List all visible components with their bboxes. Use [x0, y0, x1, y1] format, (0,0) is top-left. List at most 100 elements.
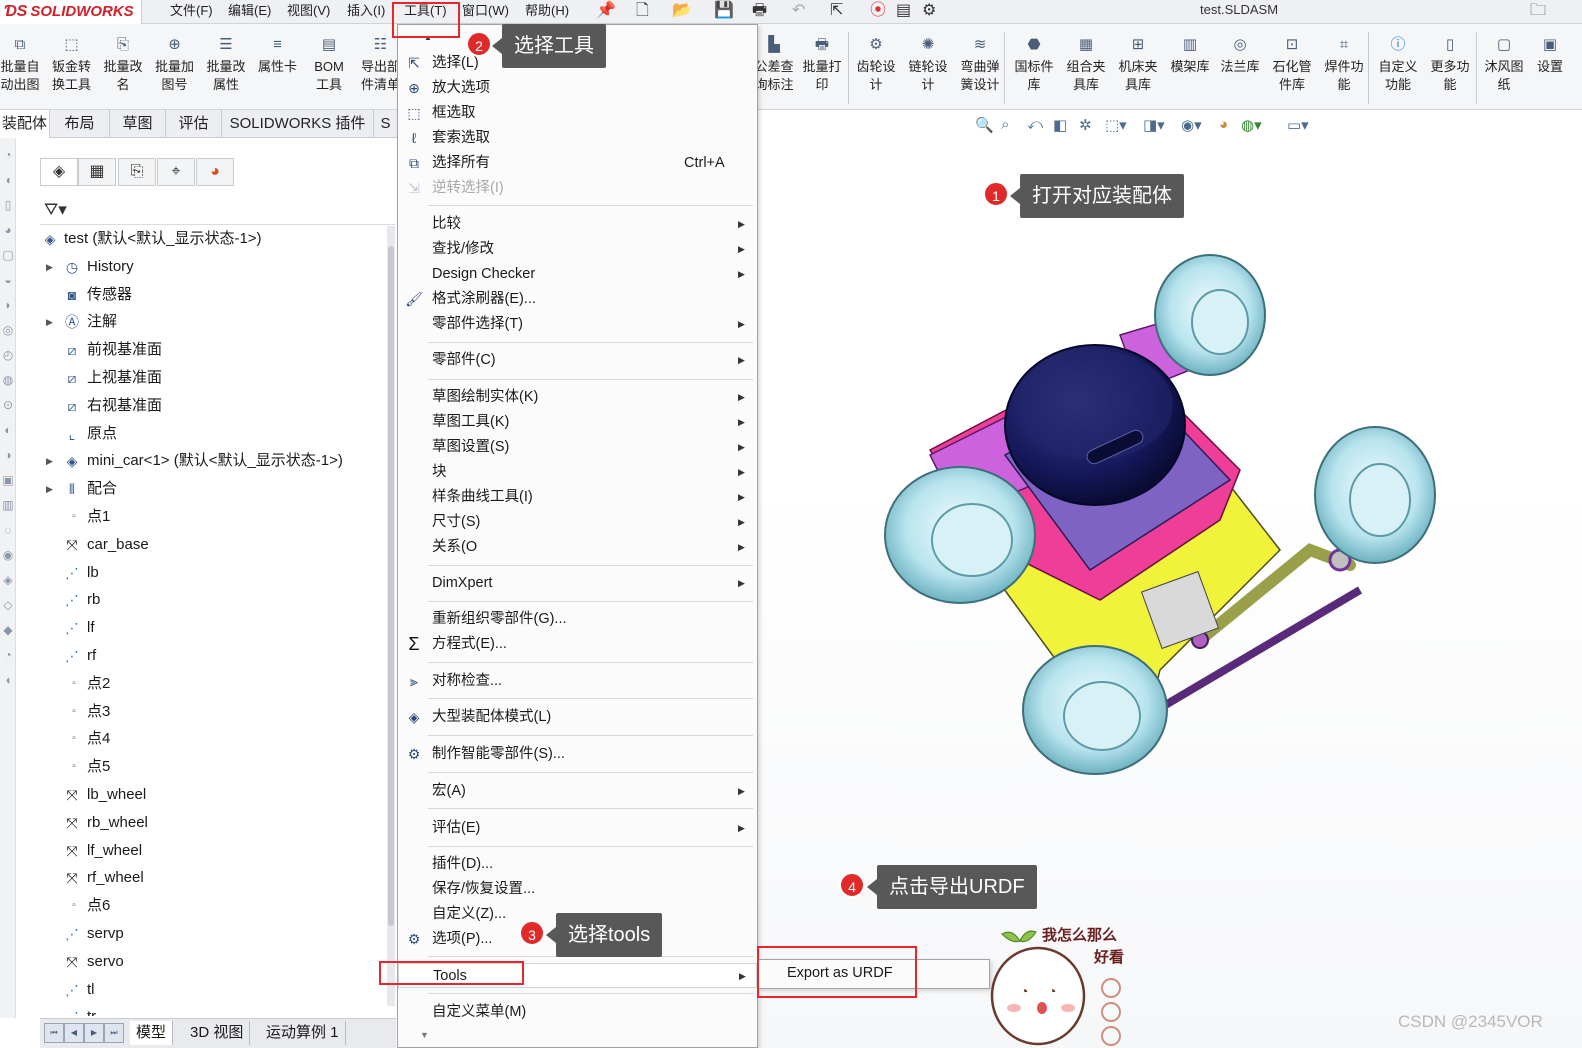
ribbon-tool-settings[interactable]: ▣ 设置 [1524, 30, 1576, 76]
side-tool-icon[interactable]: ◕ [0, 223, 16, 237]
side-tool-icon[interactable]: ⊙ [0, 398, 16, 412]
file-props-icon[interactable]: ▤ [896, 1, 911, 21]
pin-icon[interactable]: 📌 [596, 1, 616, 21]
ribbon-tool-machine-fixture[interactable]: ⊞ 机床夹 具库 [1112, 30, 1164, 94]
side-tool-icon[interactable]: ◑ [0, 448, 16, 462]
menu-item[interactable]: 样条曲线工具(I) ▶ [398, 485, 757, 510]
ribbon-tool-bom[interactable]: ▤ BOM 工具 [303, 30, 355, 94]
ribbon-tool-more[interactable]: ▯ 更多功能 [1424, 30, 1476, 94]
ribbon-tool-info[interactable]: ⓘ 自定义 功能 [1372, 30, 1424, 94]
tab-3d-view[interactable]: 3D 视图 [184, 1021, 251, 1045]
ribbon-tool-spring[interactable]: ≋ 弯曲弹 簧设计 [954, 30, 1006, 94]
tab-model[interactable]: 模型 [130, 1021, 174, 1045]
section-view-icon[interactable]: ◧ [1053, 116, 1067, 134]
scrollbar-thumb[interactable] [388, 246, 394, 926]
menu-item[interactable]: 自定义菜单(M) [398, 1000, 757, 1025]
view-settings-icon[interactable]: ▭▾ [1287, 116, 1309, 134]
save-icon[interactable]: 💾 [714, 1, 734, 21]
menu-item[interactable]: ◈ 大型装配体模式(L) [398, 705, 757, 730]
solidworks-logo[interactable]: ƊS SOLIDWORKS [0, 0, 142, 24]
menu-item[interactable]: ⊕ 放大选项 [398, 76, 757, 101]
expand-arrow-icon[interactable]: ▶ [46, 309, 53, 335]
first-tab-icon[interactable]: ⏮ [44, 1023, 64, 1043]
tab-sketch[interactable]: 草图 [110, 110, 166, 138]
side-tool-icon[interactable]: ◐ [0, 423, 16, 437]
display-manager-tab-icon[interactable]: ◕ [196, 158, 234, 186]
side-tool-icon[interactable]: ▥ [0, 498, 16, 512]
tab-assembly[interactable]: 装配体 [0, 110, 50, 138]
display-style-icon[interactable]: ◨▾ [1143, 116, 1165, 134]
side-tool-icon[interactable]: ◍ [0, 373, 16, 387]
tab-layout[interactable]: 布局 [50, 110, 110, 138]
menu-item[interactable]: 关系(O ▶ [398, 535, 757, 560]
open-folder-icon[interactable]: 📂 [672, 1, 692, 21]
ribbon-tool-pipe[interactable]: ⊡ 石化管 件库 [1266, 30, 1318, 94]
options-gear-icon[interactable]: ⚙ [922, 1, 936, 21]
side-tool-icon[interactable]: ◖ [0, 673, 16, 687]
menu-help[interactable]: 帮助(H) [525, 3, 569, 19]
menu-item[interactable]: DimXpert ▶ [398, 571, 757, 596]
tree-scrollbar[interactable] [387, 226, 395, 1006]
menu-item[interactable]: ℓ 套索选取 [398, 126, 757, 151]
config-manager-tab-icon[interactable]: ⎘ [118, 158, 156, 186]
side-tool-icon[interactable]: ◗ [0, 298, 16, 312]
menu-item[interactable]: ⧉ 选择所有 Ctrl+A [398, 151, 757, 176]
cursor-icon[interactable]: ⇱ [830, 1, 843, 21]
ribbon-tool-weldment[interactable]: ⌗ 焊件功能 [1318, 30, 1370, 94]
menu-item[interactable]: 评估(E) ▶ [398, 816, 757, 841]
side-tool-icon[interactable]: ◆ [0, 623, 16, 637]
ribbon-tool-fixture[interactable]: ▦ 组合夹 具库 [1060, 30, 1112, 94]
tab-solidworks-addins[interactable]: SOLIDWORKS 插件 [222, 110, 374, 138]
ribbon-tool-print[interactable]: 🖶 批量打印 [796, 30, 848, 94]
undo-icon[interactable]: ↶ [792, 1, 805, 21]
ribbon-tool-sprocket[interactable]: ✺ 链轮设计 [902, 30, 954, 94]
menu-item[interactable]: 🖌 格式涂刷器(E)... [398, 287, 757, 312]
zoom-area-icon[interactable]: ⌕ [1001, 116, 1009, 133]
view-orientation-icon[interactable]: ⬚▾ [1105, 116, 1127, 134]
menu-item[interactable]: 草图绘制实体(K) ▶ [398, 385, 757, 410]
menu-item[interactable]: 草图设置(S) ▶ [398, 435, 757, 460]
ribbon-tool-property[interactable]: ☰ 批量改 属性 [200, 30, 252, 94]
menu-item[interactable]: 保存/恢复设置... [398, 877, 757, 902]
ribbon-tool-flange[interactable]: ◎ 法兰库 [1214, 30, 1266, 76]
prev-tab-icon[interactable]: ◀ [64, 1023, 84, 1043]
expand-arrow-icon[interactable]: ▶ [46, 476, 53, 502]
menu-edit[interactable]: 编辑(E) [228, 3, 271, 19]
side-tool-icon[interactable]: ◌ [0, 523, 16, 537]
ribbon-tool-sheet-metal[interactable]: ⬚ 钣金转 换工具 [46, 30, 98, 94]
ribbon-tool-paper[interactable]: ▢ 沐风图纸 [1478, 30, 1530, 94]
appearance-icon[interactable]: ◕ [1219, 116, 1228, 133]
tab-evaluate[interactable]: 评估 [166, 110, 222, 138]
side-tool-icon[interactable]: ◇ [0, 598, 16, 612]
menu-file[interactable]: 文件(F) [170, 3, 213, 19]
menu-view[interactable]: 视图(V) [287, 3, 330, 19]
side-tool-icon[interactable]: ◒ [0, 273, 16, 287]
side-tool-icon[interactable]: ▢ [0, 248, 16, 262]
side-tool-icon[interactable]: ◔ [0, 648, 16, 662]
feature-tree-tab-icon[interactable]: ◈ [40, 158, 78, 186]
menu-item[interactable]: 查找/修改 ▶ [398, 237, 757, 262]
new-document-icon[interactable]: 🗋 [636, 1, 649, 21]
tab-motion-study[interactable]: 运动算例 1 [260, 1021, 346, 1045]
dimxpert-tab-icon[interactable]: ⌖ [157, 158, 195, 186]
menu-item[interactable]: 草图工具(K) ▶ [398, 410, 757, 435]
side-tool-icon[interactable]: ▣ [0, 473, 16, 487]
menu-item[interactable]: ⚙ 制作智能零部件(S)... [398, 742, 757, 767]
last-tab-icon[interactable]: ⏭ [104, 1023, 124, 1043]
traffic-light-icon[interactable]: ⦿ [870, 1, 886, 21]
ribbon-tool-drawing[interactable]: ⧉ 批量自 动出图 [0, 30, 46, 94]
menu-window[interactable]: 窗口(W) [462, 3, 509, 19]
menu-item[interactable]: ⫸ 对称检查... [398, 669, 757, 694]
menu-item[interactable]: 尺寸(S) ▶ [398, 510, 757, 535]
menu-item[interactable]: 块 ▶ [398, 460, 757, 485]
scene-icon[interactable]: ◍▾ [1241, 116, 1262, 134]
dynamic-annotation-icon[interactable]: ✲ [1079, 116, 1092, 134]
mini-car-3d-model[interactable] [840, 250, 1450, 790]
menu-item[interactable]: 比较 ▶ [398, 212, 757, 237]
menu-item[interactable]: Design Checker ▶ [398, 262, 757, 287]
menu-item[interactable]: ⬚ 框选取 [398, 101, 757, 126]
side-tool-icon[interactable]: ◉ [0, 548, 16, 562]
next-tab-icon[interactable]: ▶ [84, 1023, 104, 1043]
menu-item[interactable]: 重新组织零部件(G)... [398, 607, 757, 632]
menu-item[interactable]: 零部件(C) ▶ [398, 348, 757, 373]
